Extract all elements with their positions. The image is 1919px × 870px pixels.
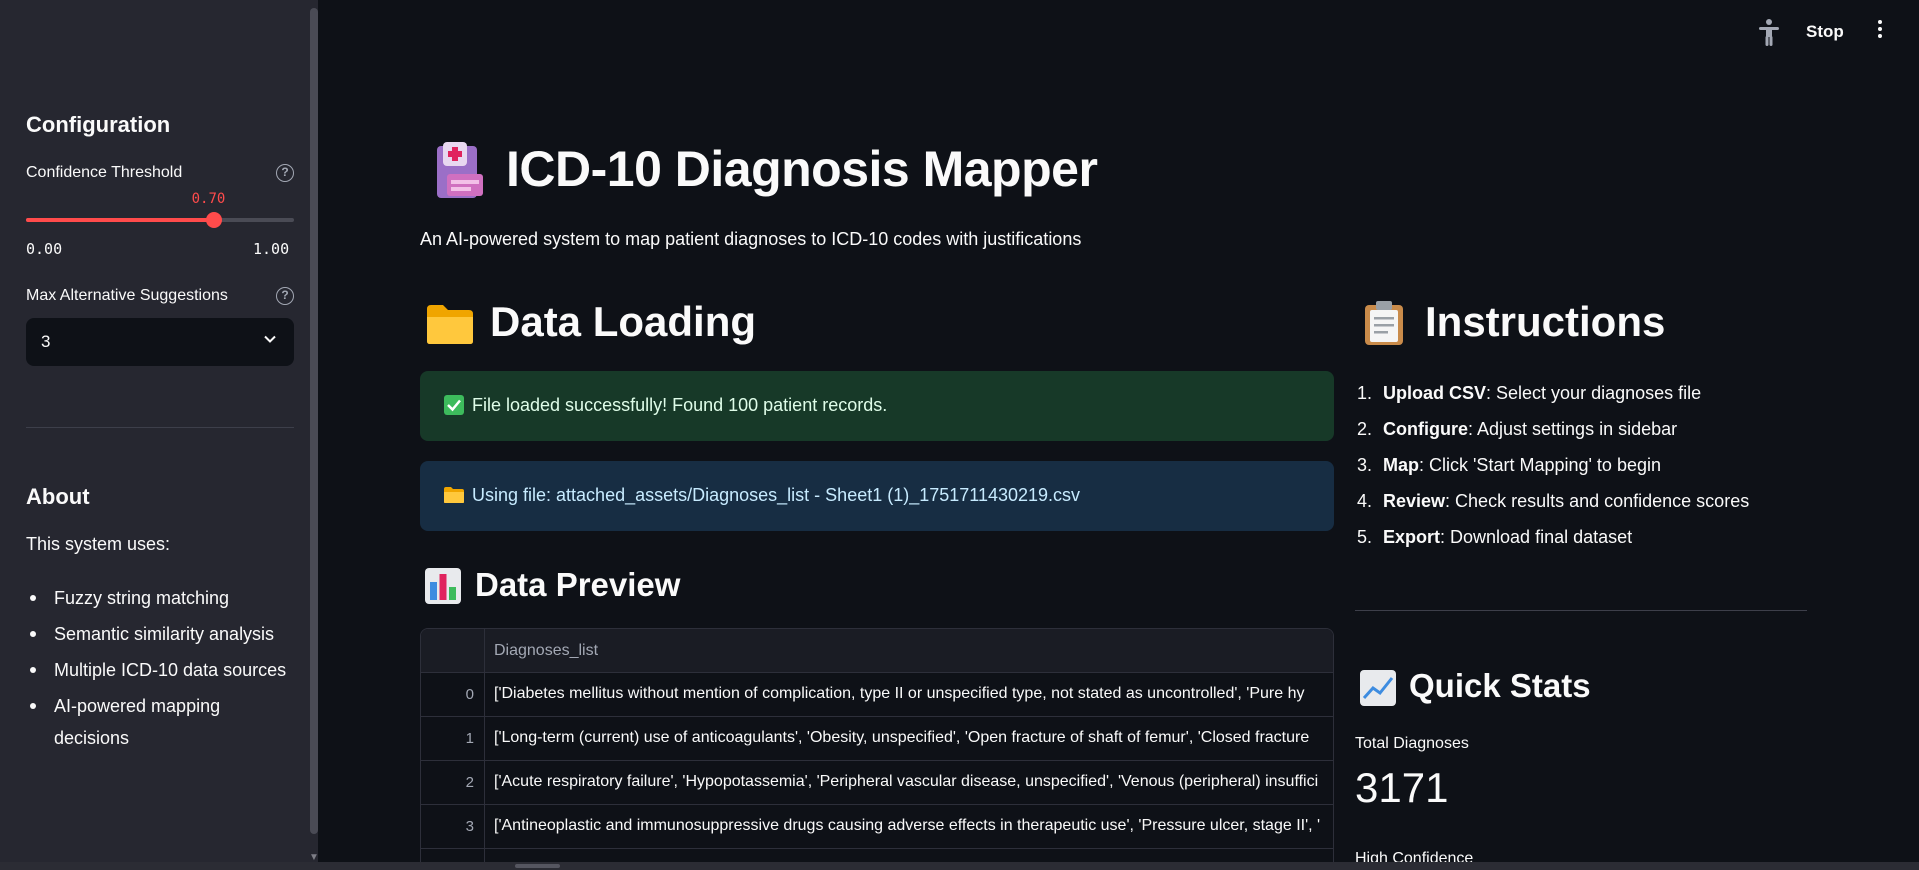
confidence-slider-fill xyxy=(26,218,214,222)
check-icon xyxy=(444,395,464,415)
sidebar-divider xyxy=(26,427,294,428)
clipboard-icon xyxy=(1365,301,1403,345)
folder-icon xyxy=(427,305,473,344)
list-item: 5. Export: Download final dataset xyxy=(1357,527,1633,547)
data-preview-table[interactable]: Diagnoses_list 0 ['Diabetes mellitus wit… xyxy=(420,628,1334,870)
about-heading: About xyxy=(26,484,90,509)
index-column-divider xyxy=(484,629,485,870)
column-header-diagnoses[interactable]: Diagnoses_list xyxy=(494,642,598,660)
list-item: Multiple ICD-10 data sources xyxy=(30,654,304,686)
table-row[interactable]: 1 ['Long-term (current) use of anticoagu… xyxy=(421,717,1333,761)
table-header: Diagnoses_list xyxy=(421,629,1333,673)
accessibility-icon[interactable] xyxy=(1758,18,1780,46)
table-row[interactable]: 2 ['Acute respiratory failure', 'Hypopot… xyxy=(421,761,1333,805)
info-alert-text: Using file: attached_assets/Diagnoses_li… xyxy=(472,485,1081,505)
row-index: 3 xyxy=(465,818,474,835)
row-index: 1 xyxy=(465,730,474,747)
list-item: 4. Review: Check results and confidence s… xyxy=(1357,491,1750,511)
confidence-slider-thumb[interactable] xyxy=(205,212,222,228)
page-subtitle: An AI-powered system to map patient diag… xyxy=(420,229,1082,249)
stop-button[interactable]: Stop xyxy=(1806,22,1844,42)
total-diagnoses-value: 3171 xyxy=(1355,764,1449,811)
quick-stats-heading: Quick Stats xyxy=(1409,667,1591,704)
confidence-slider-value: 0.70 xyxy=(191,191,226,207)
row-cell[interactable]: ['Acute respiratory failure', 'Hypopotas… xyxy=(494,773,1333,791)
info-alert: Using file: attached_assets/Diagnoses_li… xyxy=(420,461,1334,531)
page-title: ICD-10 Diagnosis Mapper xyxy=(506,141,1098,197)
help-icon[interactable]: ? xyxy=(276,164,294,182)
list-item: 3. Map: Click 'Start Mapping' to begin xyxy=(1357,455,1661,475)
success-alert-text: File loaded successfully! Found 100 pati… xyxy=(472,395,888,415)
data-preview-heading: Data Preview xyxy=(475,566,681,603)
select-value: 3 xyxy=(41,332,51,351)
instructions-list: 1. Upload CSV: Select your diagnoses file… xyxy=(1357,375,1749,555)
main-divider xyxy=(1355,610,1807,611)
list-item: 2. Configure: Adjust settings in sidebar xyxy=(1357,419,1678,439)
list-item: AI-powered mapping decisions xyxy=(30,690,254,754)
max-alt-suggestions-label: Max Alternative Suggestions xyxy=(26,287,228,304)
row-cell[interactable]: ['Diabetes mellitus without mention of c… xyxy=(494,685,1333,703)
row-cell[interactable]: ['Antineoplastic and immunosuppressive d… xyxy=(494,817,1333,835)
data-loading-heading: Data Loading xyxy=(490,298,757,345)
help-icon[interactable]: ? xyxy=(276,287,294,305)
table-row[interactable]: 3 ['Antineoplastic and immunosuppressive… xyxy=(421,805,1333,849)
list-item: Semantic similarity analysis xyxy=(30,618,304,650)
trend-chart-icon xyxy=(1360,670,1396,706)
list-item: Fuzzy string matching xyxy=(30,582,304,614)
confidence-slider[interactable] xyxy=(26,212,294,228)
list-item: 1. Upload CSV: Select your diagnoses file xyxy=(1357,383,1702,403)
horizontal-scrollbar-thumb[interactable] xyxy=(515,864,560,868)
table-row[interactable]: 0 ['Diabetes mellitus without mention of… xyxy=(421,673,1333,717)
confidence-threshold-label: Confidence Threshold xyxy=(26,164,183,181)
row-cell[interactable]: ['Long-term (current) use of anticoagula… xyxy=(494,729,1333,747)
row-index: 0 xyxy=(465,686,474,703)
about-list: Fuzzy string matching Semantic similarit… xyxy=(30,582,304,758)
slider-max-label: 1.00 xyxy=(253,240,290,258)
hospital-icon xyxy=(437,142,483,198)
sidebar-scrollbar[interactable] xyxy=(310,8,318,834)
folder-icon xyxy=(444,487,464,503)
horizontal-scrollbar[interactable] xyxy=(0,862,1919,870)
sidebar: Configuration Confidence Threshold ? 0.7… xyxy=(0,0,318,870)
total-diagnoses-label: Total Diagnoses xyxy=(1355,735,1469,752)
instructions-heading: Instructions xyxy=(1425,298,1666,345)
config-heading: Configuration xyxy=(26,112,171,137)
max-alt-suggestions-select[interactable]: 3 xyxy=(26,318,294,366)
chevron-down-icon xyxy=(264,335,276,343)
success-alert: File loaded successfully! Found 100 pati… xyxy=(420,371,1334,441)
slider-min-label: 0.00 xyxy=(26,240,63,258)
row-index: 2 xyxy=(465,774,474,791)
about-intro: This system uses: xyxy=(26,534,171,554)
bar-chart-icon xyxy=(425,568,461,604)
more-vert-icon[interactable] xyxy=(1874,20,1886,42)
